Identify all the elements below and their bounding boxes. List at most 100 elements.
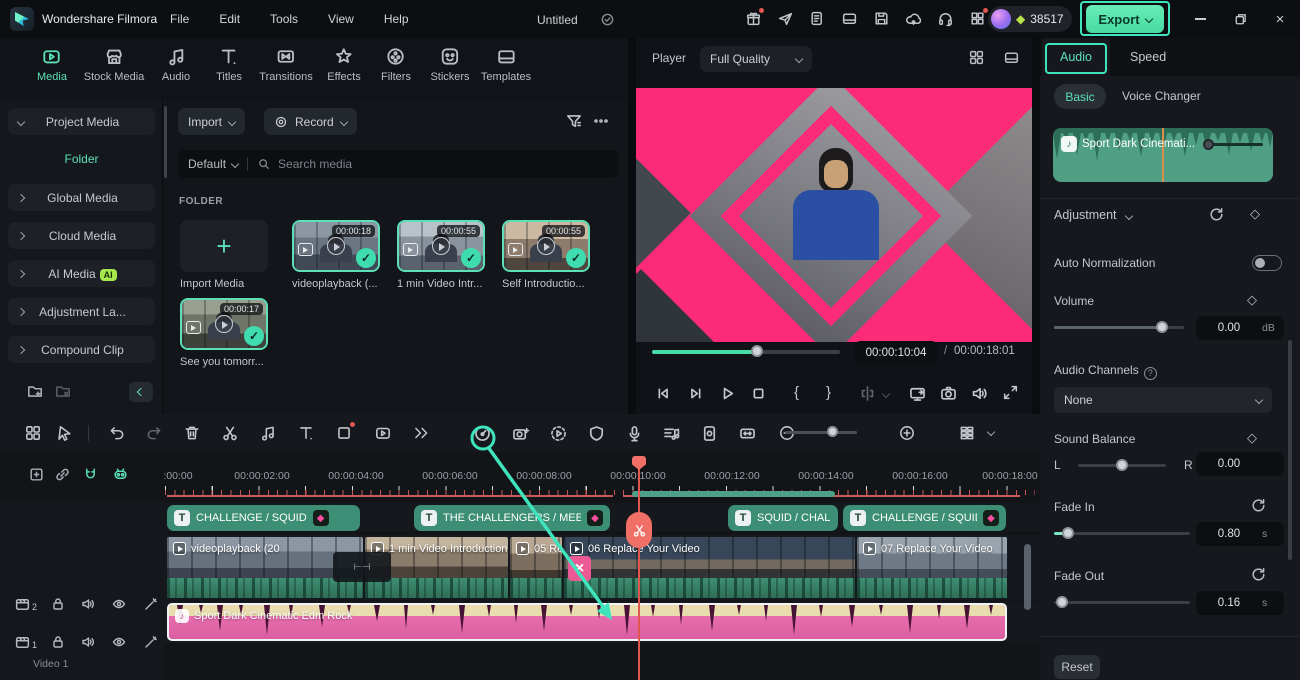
text-tool-icon[interactable] [297,424,315,442]
player-scrubber[interactable] [652,345,840,357]
layout-icon[interactable] [841,10,858,27]
audio-clip-preview[interactable]: Sport Dark Cinemati... [1053,128,1273,182]
transition-x-icon[interactable] [568,556,591,581]
more-tools-icon[interactable] [412,424,430,442]
share-icon[interactable] [777,10,794,27]
title-clip[interactable]: THE CHALLENGERS / MEET [414,505,610,531]
sidebar-item-ai-media[interactable]: AI Media AI [8,260,155,287]
minimize-button[interactable] [1180,0,1220,38]
search-input[interactable] [278,157,529,171]
new-folder-icon[interactable] [26,382,44,400]
link-clips-icon[interactable] [54,466,71,483]
zoom-in-icon[interactable] [898,424,916,442]
mute-icon[interactable] [80,596,96,612]
lock-icon[interactable] [50,634,66,650]
balance-knob[interactable] [1116,459,1128,471]
select-tool-icon[interactable] [56,424,74,442]
media-item-1min-video[interactable]: 00:00:55 ✓ [397,220,485,272]
mirror-display-icon[interactable] [908,384,927,403]
cloud-upload-icon[interactable] [905,10,922,27]
tab-speed[interactable]: Speed [1130,38,1166,76]
track-manager-chevron[interactable] [986,427,996,437]
timeline-ruler[interactable]: :00:00 00:00:02:00 00:00:04:00 00:00:06:… [0,456,1040,500]
previous-frame-icon[interactable] [654,384,673,403]
title-clip[interactable]: SQUID / CHAL... [728,505,838,531]
filter-track-icon[interactable] [143,634,159,650]
sidebar-item-cloud-media[interactable]: Cloud Media [8,222,155,249]
filter-icon[interactable] [565,112,583,130]
balance-slider[interactable] [1078,459,1166,471]
maximize-button[interactable] [1220,0,1260,38]
hide-icon[interactable] [111,634,127,650]
split-menu-chevron[interactable] [881,389,891,399]
playhead-split-badge[interactable] [626,512,652,548]
scopes-icon[interactable] [1003,49,1020,66]
support-icon[interactable] [937,10,954,27]
current-timecode[interactable]: 00:00:10:04 [855,341,937,364]
media-item-see-you-tomorrow[interactable]: 00:00:17 ✓ [180,298,268,350]
video-clip[interactable]: 06 Replace Your Video [564,537,855,578]
title-clip[interactable]: CHALLENGE / SQUID [843,505,1006,531]
import-media-tile[interactable]: + [180,220,268,272]
auto-normalization-toggle[interactable] [1252,255,1282,271]
balance-value-box[interactable]: 0.00 [1196,452,1284,476]
sidebar-item-project-media[interactable]: Project Media [8,108,155,135]
mark-out-icon[interactable]: } [826,384,831,401]
fade-out-slider[interactable] [1054,596,1190,608]
adjustment-reset-icon[interactable] [1208,206,1225,223]
speed-tool-icon[interactable] [473,424,492,443]
clip-volume-slider[interactable] [1203,138,1263,150]
redo-icon[interactable] [145,424,163,442]
filter-track-icon[interactable] [143,596,159,612]
tab-effects[interactable]: Effects [327,46,361,83]
timeline-vertical-scrollbar[interactable] [1024,544,1031,610]
zoom-knob[interactable] [827,426,838,437]
screen-record-icon[interactable] [374,424,392,442]
snapshot-icon[interactable] [939,384,958,403]
adjustment-keyframe-icon[interactable] [1250,206,1260,222]
next-frame-icon[interactable] [686,384,705,403]
tab-filters[interactable]: Filters [381,46,411,83]
audio-channels-dropdown[interactable]: None [1054,387,1272,413]
more-options-icon[interactable] [593,113,609,129]
sort-dropdown[interactable]: Default [188,157,226,171]
split-tool-icon[interactable] [221,424,239,442]
media-item-self-introduction[interactable]: 00:00:55 ✓ [502,220,590,272]
panel-scrollbar[interactable] [1288,340,1292,560]
menu-view[interactable]: View [328,12,354,26]
fade-in-value-box[interactable]: 0.80 s [1196,522,1284,546]
transition-box[interactable]: ⊢⊣ [333,552,391,582]
apps-icon[interactable] [969,8,988,27]
tab-audio[interactable]: Audio [162,46,190,83]
mute-icon[interactable] [80,634,96,650]
collapse-sidebar-button[interactable] [129,382,153,402]
stop-icon[interactable] [749,384,768,403]
video-clip[interactable]: 05 Repl... [510,537,562,578]
preview-quality-icon[interactable] [700,424,719,443]
fullscreen-icon[interactable] [1002,384,1019,401]
adjustment-section[interactable]: Adjustment [1054,208,1134,222]
fade-out-value-box[interactable]: 0.16 s [1196,591,1284,615]
voiceover-mic-icon[interactable] [625,424,644,443]
project-list-icon[interactable] [809,10,826,27]
import-button[interactable]: Import [178,108,246,135]
multiview-icon[interactable] [968,49,985,66]
mark-in-icon[interactable]: { [794,384,799,401]
account-coin-pill[interactable]: ◆ 38517 [988,6,1072,32]
subtab-voice-changer[interactable]: Voice Changer [1122,89,1201,103]
marker-icon[interactable] [28,466,45,483]
sidebar-item-compound-clip[interactable]: Compound Clip [8,336,155,363]
close-button[interactable]: × [1260,0,1300,38]
volume-keyframe-icon[interactable] [1247,292,1257,308]
clip-volume-knob[interactable] [1203,138,1214,150]
split-icon[interactable] [858,384,877,403]
fade-in-knob[interactable] [1062,527,1074,539]
timeline-zoom-slider[interactable] [785,426,857,437]
sidebar-item-adjustment-layer[interactable]: Adjustment La... [8,298,155,325]
hide-icon[interactable] [111,596,127,612]
tab-titles[interactable]: Titles [216,46,242,83]
volume-knob[interactable] [1156,321,1168,333]
tab-stock-media[interactable]: Stock Media [84,46,144,83]
volume-value-box[interactable]: 0.00 dB [1196,316,1284,340]
panel-scrollbar[interactable] [164,106,167,178]
